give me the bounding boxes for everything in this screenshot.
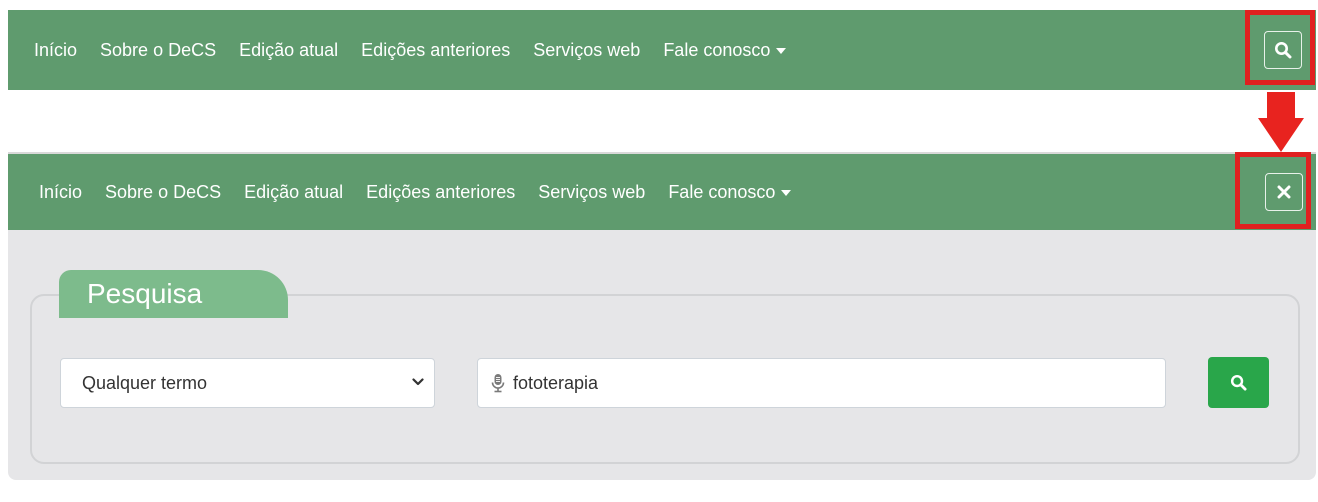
caret-down-icon (781, 189, 792, 196)
nav-link-sobre[interactable]: Sobre o DeCS (105, 182, 221, 203)
microphone-icon[interactable] (491, 373, 505, 393)
nav-dropdown-fale-conosco[interactable]: Fale conosco (663, 39, 787, 61)
search-input[interactable]: fototerapia (477, 358, 1166, 408)
nav-link-inicio[interactable]: Início (34, 40, 77, 61)
nav-link-servicos-web[interactable]: Serviços web (538, 182, 645, 203)
navbar-expanded: Início Sobre o DeCS Edição atual Edições… (8, 152, 1316, 230)
down-arrow-shaft (1267, 92, 1295, 120)
nav-menu: Início Sobre o DeCS Edição atual Edições… (8, 40, 809, 61)
nav-link-edicao-atual[interactable]: Edição atual (244, 182, 343, 203)
nav-link-edicao-atual[interactable]: Edição atual (239, 40, 338, 61)
close-search-button[interactable] (1265, 173, 1303, 211)
submit-search-button[interactable] (1208, 357, 1269, 408)
nav-link-sobre[interactable]: Sobre o DeCS (100, 40, 216, 61)
navbar-collapsed: Início Sobre o DeCS Edição atual Edições… (8, 10, 1316, 90)
dropdown-label: Fale conosco (668, 181, 776, 202)
nav-dropdown-fale-conosco[interactable]: Fale conosco (668, 181, 792, 203)
search-scope-select[interactable]: Qualquer termo (60, 358, 435, 408)
nav-link-edicoes-anteriores[interactable]: Edições anteriores (366, 182, 515, 203)
nav-link-edicoes-anteriores[interactable]: Edições anteriores (361, 40, 510, 61)
nav-link-inicio[interactable]: Início (39, 182, 82, 203)
search-query-text: fototerapia (513, 372, 599, 393)
search-legend: Pesquisa (59, 270, 288, 318)
down-arrow-icon (1258, 118, 1304, 152)
search-toggle-button[interactable] (1264, 31, 1302, 69)
chevron-down-icon (412, 378, 424, 386)
close-icon (1277, 185, 1291, 199)
search-icon (1230, 374, 1247, 391)
caret-down-icon (776, 47, 787, 54)
dropdown-label: Fale conosco (663, 39, 771, 60)
search-icon (1275, 42, 1292, 59)
search-scope-value: Qualquer termo (82, 372, 208, 393)
search-panel: Pesquisa Qualquer termo fototerapia (8, 230, 1316, 480)
nav-link-servicos-web[interactable]: Serviços web (533, 40, 640, 61)
nav-menu: Início Sobre o DeCS Edição atual Edições… (8, 182, 814, 203)
